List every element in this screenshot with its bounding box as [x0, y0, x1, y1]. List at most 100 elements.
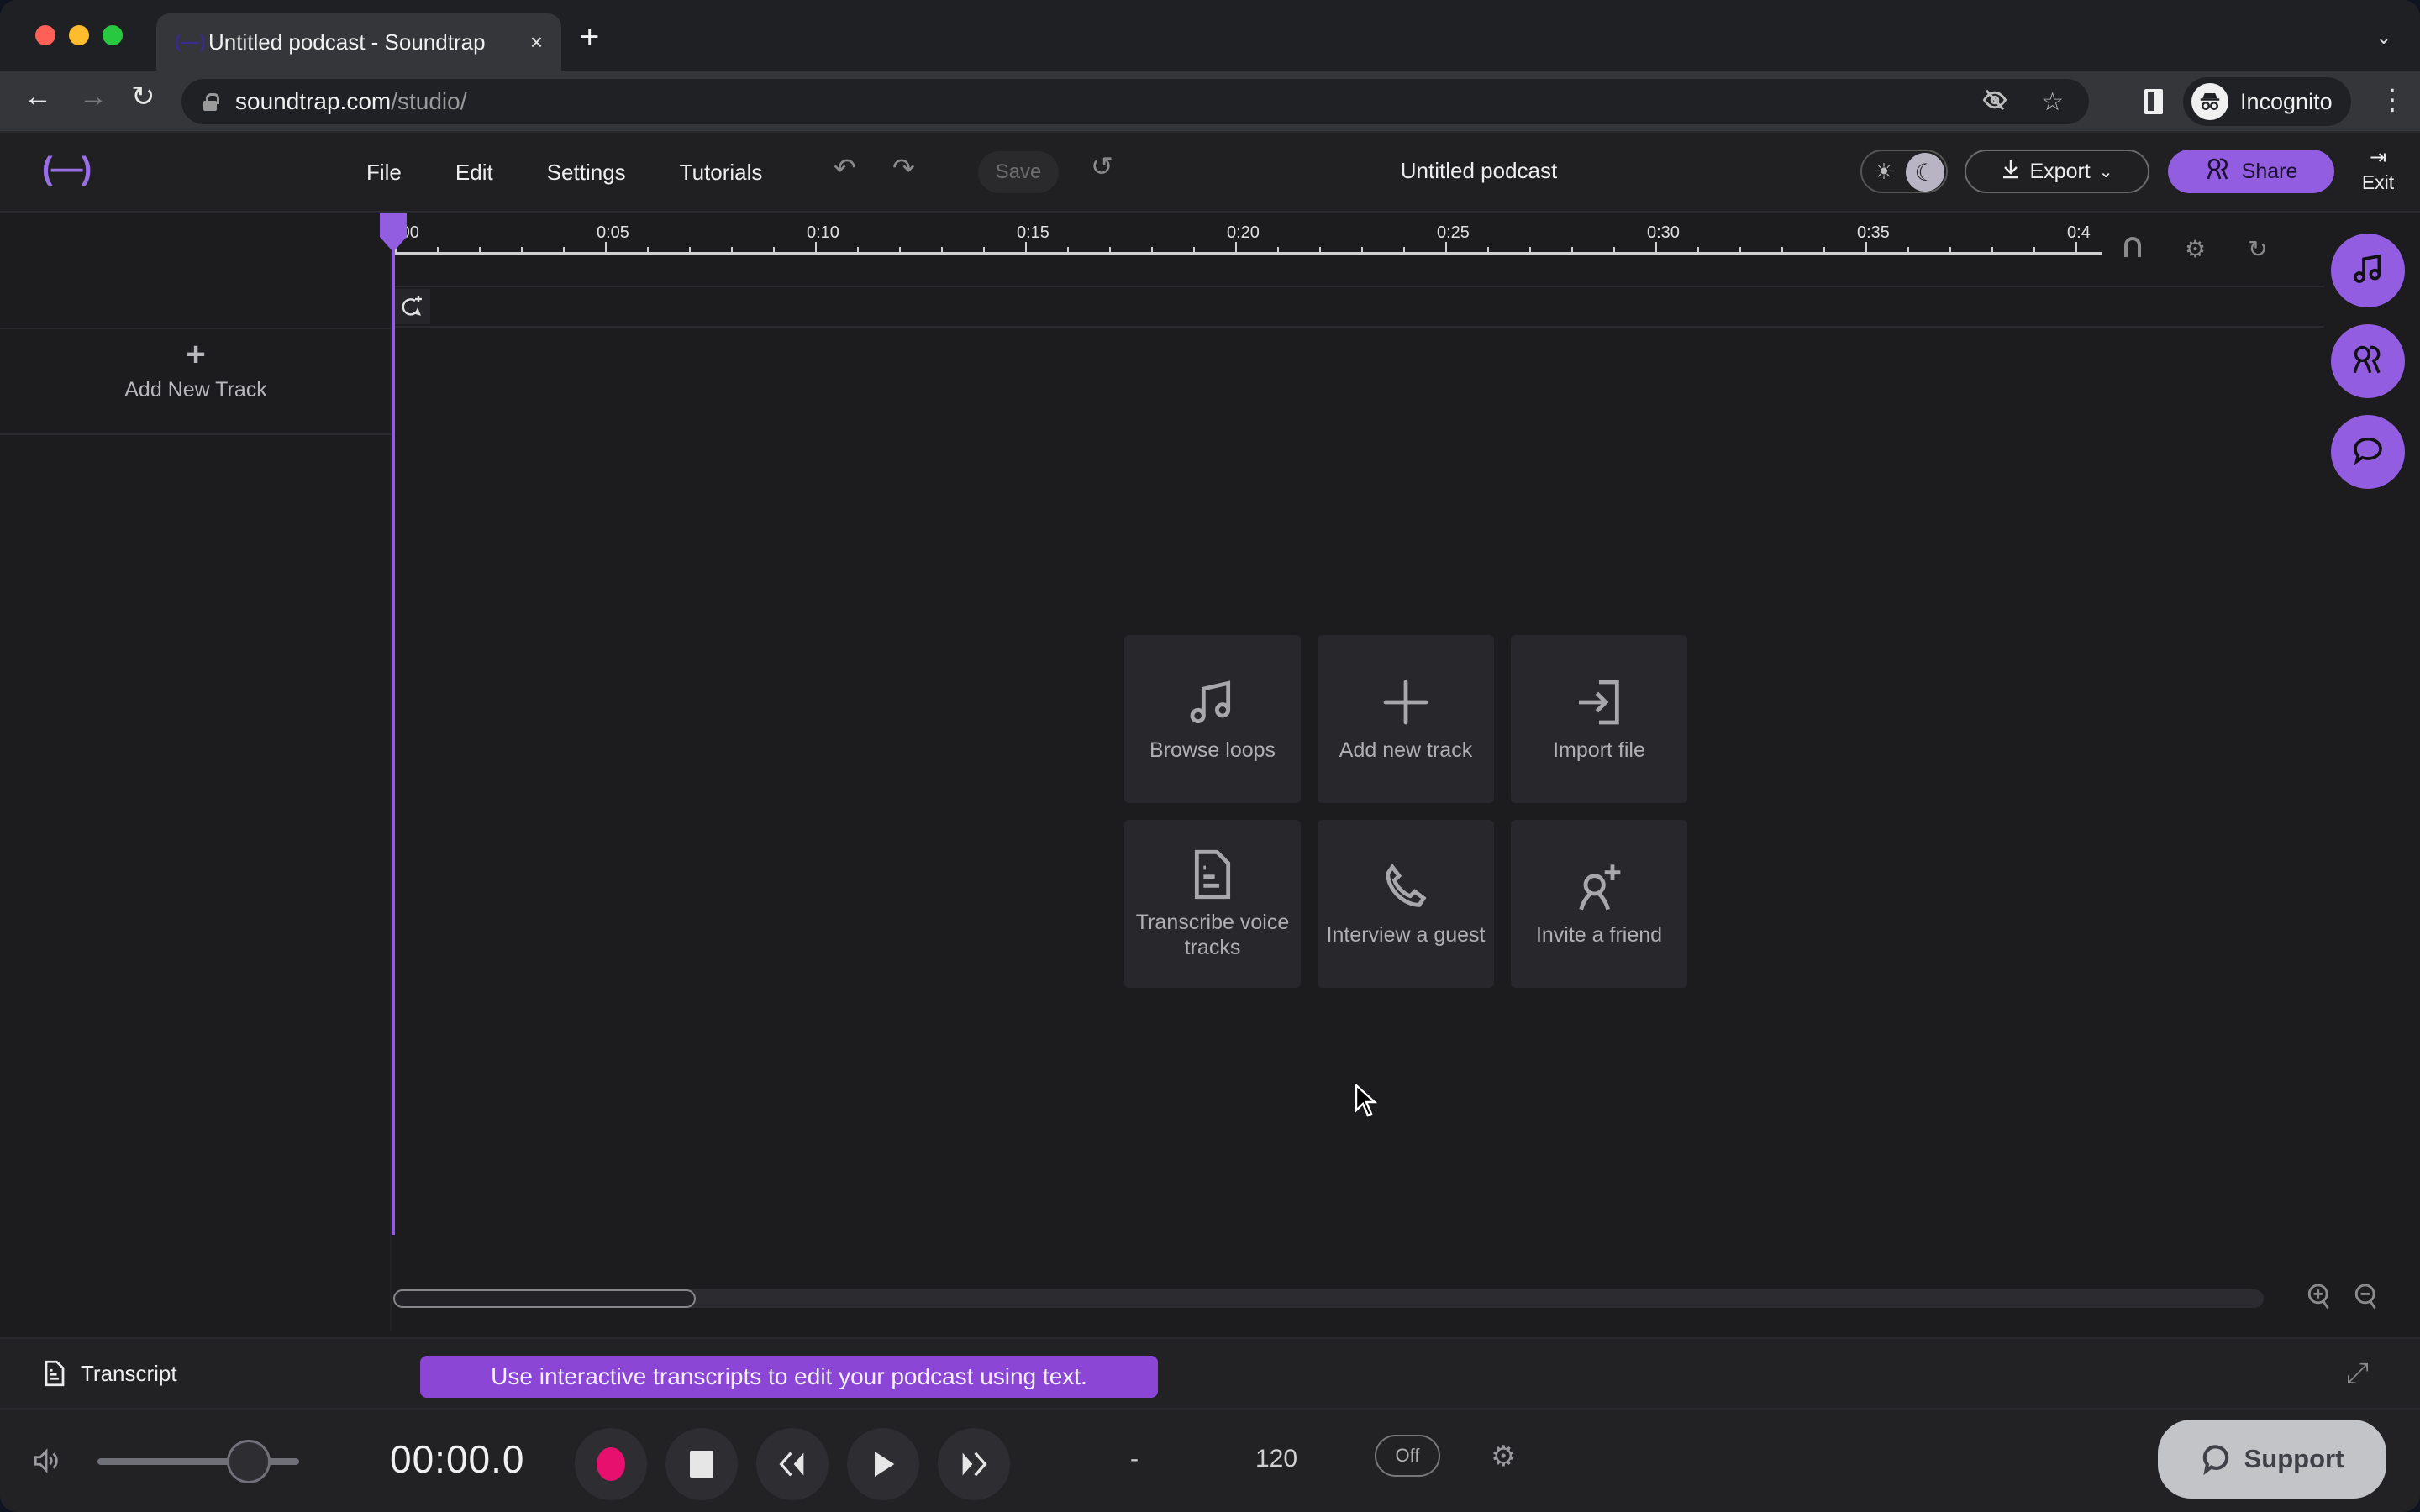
soundtrap-favicon-icon: (—) — [175, 31, 206, 52]
chat-button[interactable] — [2331, 415, 2405, 489]
playhead-line — [392, 235, 395, 1235]
play-button[interactable] — [847, 1428, 919, 1500]
maximize-window-button[interactable] — [103, 25, 123, 45]
ruler-major-tick — [2075, 242, 2077, 254]
timeline-tools: ⚙ ↻ — [2123, 235, 2268, 265]
interview-guest-card[interactable]: Interview a guest — [1318, 820, 1494, 988]
ruler-label: 0:15 — [1017, 223, 1050, 242]
ruler-minor-tick — [1067, 247, 1069, 254]
profile-label: Incognito — [2240, 88, 2333, 114]
app-window: (—) Untitled podcast - Soundtrap × + ⌄ ←… — [0, 0, 2420, 1512]
add-new-track-button[interactable]: + Add New Track — [0, 336, 392, 435]
ruler-minor-tick — [1193, 247, 1195, 254]
theme-toggle[interactable]: ☀ ☾ — [1860, 150, 1948, 193]
incognito-profile[interactable]: Incognito — [2183, 77, 2351, 126]
export-button[interactable]: Export ⌄ — [1965, 150, 2149, 193]
browse-loops-card[interactable]: Browse loops — [1124, 635, 1301, 803]
volume-icon[interactable] — [32, 1446, 60, 1482]
ruler-minor-tick — [1739, 247, 1741, 254]
close-window-button[interactable] — [35, 25, 55, 45]
support-button[interactable]: Support — [2158, 1420, 2386, 1499]
stop-button[interactable] — [666, 1428, 738, 1500]
playhead-handle[interactable] — [380, 213, 407, 252]
tab-list-icon[interactable]: ⌄ — [2376, 27, 2391, 49]
exit-icon: ⇥ — [2369, 146, 2387, 169]
undo-icon[interactable]: ↶ — [834, 155, 856, 181]
magnet-icon[interactable] — [2123, 235, 2143, 265]
eye-off-icon[interactable] — [1982, 87, 2007, 119]
metronome-toggle[interactable]: Off — [1375, 1435, 1440, 1477]
collaborators-button[interactable] — [2331, 324, 2405, 398]
ruler-minor-tick — [1781, 247, 1783, 254]
ruler-minor-tick — [1403, 247, 1405, 254]
volume-slider[interactable] — [97, 1440, 299, 1483]
loop-icon[interactable]: ↻ — [2248, 235, 2267, 265]
revision-history-icon[interactable]: ↺ — [1091, 153, 1113, 180]
timeline-ruler[interactable]: 0:000:050:100:150:200:250:300:350:4 — [392, 213, 2106, 286]
volume-slider-knob[interactable] — [227, 1440, 271, 1483]
side-panel-icon[interactable] — [2144, 89, 2163, 114]
moon-icon[interactable]: ☾ — [1906, 153, 1944, 192]
ruler-minor-tick — [1319, 247, 1321, 254]
menu-edit[interactable]: Edit — [455, 160, 493, 186]
expand-icon[interactable]: ⤢ — [2346, 1357, 2369, 1390]
menu-file[interactable]: File — [366, 160, 402, 186]
forward-icon[interactable]: → — [79, 82, 108, 111]
star-icon[interactable]: ☆ — [2041, 87, 2064, 119]
ruler-major-tick — [815, 242, 817, 254]
new-tab-button[interactable]: + — [580, 20, 599, 54]
ruler-minor-tick — [1907, 247, 1909, 254]
ruler-minor-tick — [689, 247, 691, 254]
kebab-menu-icon[interactable]: ⋮ — [2378, 86, 2407, 114]
quick-actions-grid: Browse loops Add new track Import file T… — [1124, 635, 1687, 988]
invite-friend-card[interactable]: Invite a friend — [1511, 820, 1687, 988]
key-display[interactable]: - — [1130, 1445, 1139, 1473]
address-bar[interactable]: soundtrap.com /studio/ ☆ — [182, 79, 2089, 124]
browser-tab-bar: (—) Untitled podcast - Soundtrap × + ⌄ — [0, 0, 2420, 71]
divider — [392, 286, 2324, 287]
minimize-window-button[interactable] — [69, 25, 89, 45]
ruler-minor-tick — [479, 247, 481, 254]
card-label: Browse loops — [1149, 738, 1276, 762]
zoom-out-icon[interactable] — [2353, 1282, 2380, 1317]
close-tab-icon[interactable]: × — [530, 29, 543, 55]
transcript-promo-banner[interactable]: Use interactive transcripts to edit your… — [420, 1356, 1158, 1398]
fast-forward-button[interactable] — [938, 1428, 1010, 1500]
horizontal-scrollbar[interactable] — [393, 1289, 2264, 1308]
save-button[interactable]: Save — [978, 151, 1059, 193]
share-button[interactable]: Share — [2168, 150, 2334, 193]
record-button[interactable] — [575, 1428, 647, 1500]
redo-icon[interactable]: ↷ — [892, 155, 915, 181]
rewind-button[interactable] — [756, 1428, 829, 1500]
zoom-in-icon[interactable] — [2306, 1282, 2333, 1317]
transcript-label: Transcript — [81, 1360, 177, 1386]
stop-icon — [690, 1451, 713, 1478]
import-file-card[interactable]: Import file — [1511, 635, 1687, 803]
add-comment-icon[interactable] — [395, 289, 430, 324]
reload-icon[interactable]: ↻ — [131, 82, 155, 111]
gear-icon[interactable]: ⚙ — [1491, 1440, 1516, 1473]
gear-icon[interactable]: ⚙ — [2185, 235, 2206, 265]
ruler-minor-tick — [1151, 247, 1153, 254]
ruler-minor-tick — [563, 247, 565, 254]
ruler-minor-tick — [1361, 247, 1363, 254]
scrollbar-thumb[interactable] — [393, 1289, 696, 1308]
add-new-track-card[interactable]: Add new track — [1318, 635, 1494, 803]
loops-panel-button[interactable] — [2331, 234, 2405, 307]
menu-settings[interactable]: Settings — [547, 160, 626, 186]
project-title[interactable]: Untitled podcast — [1311, 158, 1647, 184]
card-label: Import file — [1553, 738, 1645, 762]
transcript-button[interactable]: Transcript — [42, 1359, 177, 1388]
card-label: Interview a guest — [1326, 923, 1486, 947]
ruler-minor-tick — [1697, 247, 1699, 254]
exit-button[interactable]: ⇥ Exit — [2353, 148, 2403, 194]
tempo-display[interactable]: 120 — [1255, 1445, 1297, 1473]
transcribe-card[interactable]: Transcribe voice tracks — [1124, 820, 1301, 988]
soundtrap-logo[interactable]: (—) — [42, 151, 92, 187]
menu-tutorials[interactable]: Tutorials — [680, 160, 763, 186]
sun-icon[interactable]: ☀ — [1872, 160, 1896, 183]
card-label: Transcribe voice tracks — [1135, 911, 1290, 959]
browser-tab[interactable]: (—) Untitled podcast - Soundtrap × — [156, 13, 561, 71]
phone-icon — [1386, 863, 1427, 907]
back-icon[interactable]: ← — [24, 82, 52, 111]
